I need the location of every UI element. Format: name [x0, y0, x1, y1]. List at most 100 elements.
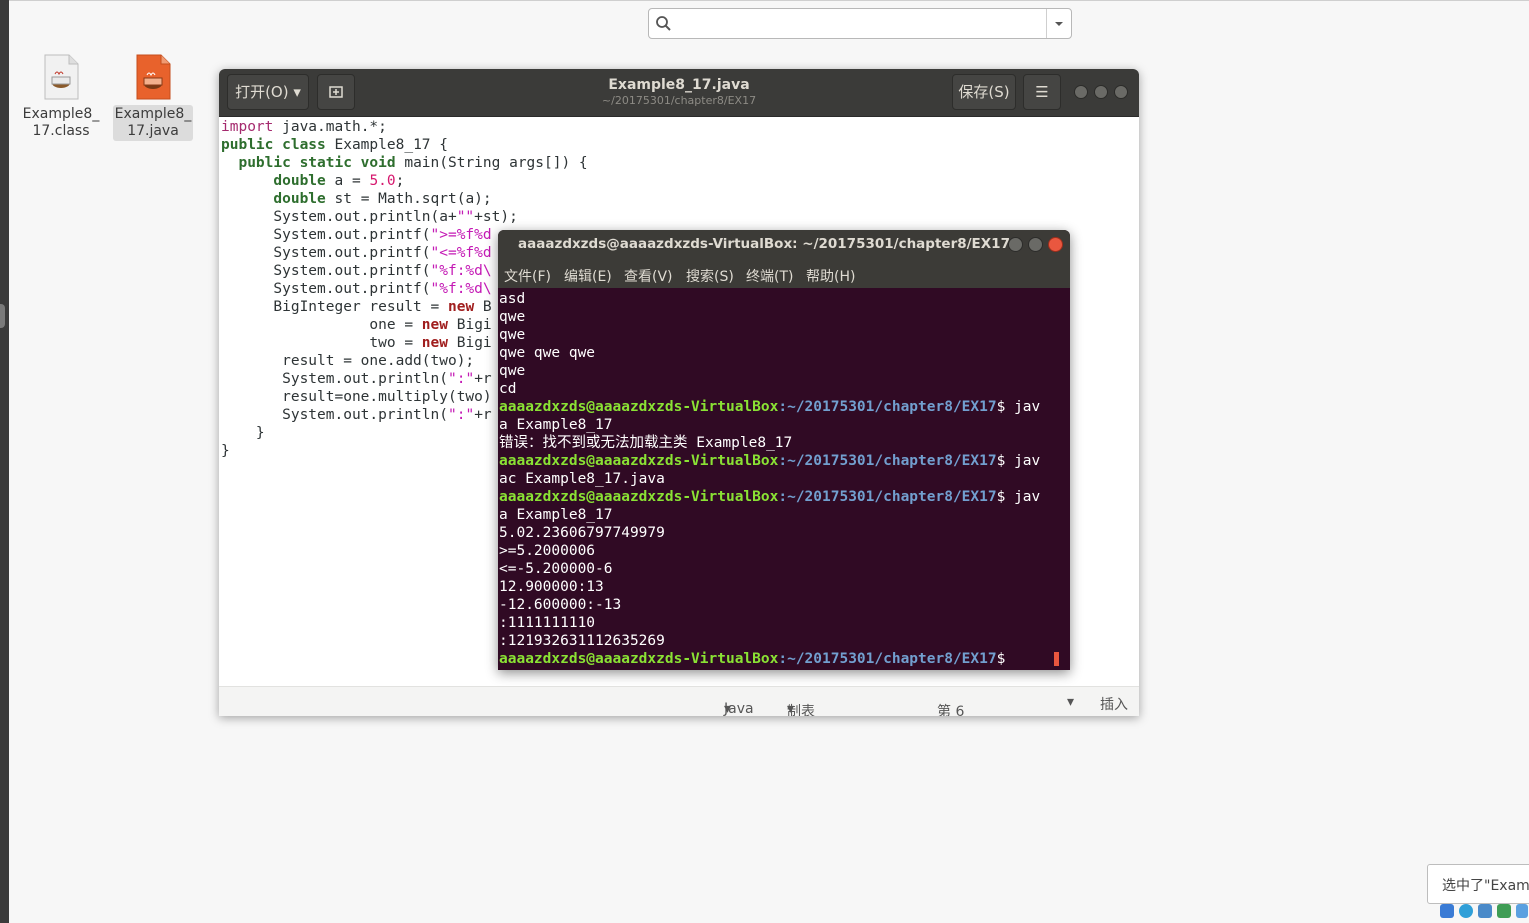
search-icon: [656, 16, 671, 31]
desktop-icon-class-file[interactable]: Example8_ 17.class: [16, 53, 106, 141]
network-icon[interactable]: [1440, 904, 1454, 918]
command-text: jav: [1014, 453, 1041, 469]
usb-icon[interactable]: [1497, 904, 1511, 918]
code-line: System.out.printf("%f:%d\: [221, 263, 492, 279]
code-line: one = new Bigi: [221, 317, 492, 333]
prompt-symbol: $: [996, 651, 1015, 667]
open-button[interactable]: 打开(O) ▾: [227, 74, 309, 110]
output-line: qwe: [499, 327, 526, 343]
terminal-output[interactable]: asd qwe qwe qwe qwe qwe qwe cd aaaazdxzd…: [499, 290, 1067, 668]
prompt-symbol: $: [996, 489, 1015, 505]
chevron-down-icon: ▾: [787, 701, 795, 716]
code-line: System.out.println(":"+r: [221, 371, 492, 387]
close-icon[interactable]: [1114, 85, 1128, 99]
chevron-down-icon: ▾: [293, 83, 301, 101]
search-input[interactable]: [677, 13, 1041, 36]
code-line: System.out.println(a+""+st);: [221, 209, 518, 225]
minimize-icon[interactable]: [1008, 237, 1023, 252]
new-document-button[interactable]: [317, 74, 355, 110]
minimize-icon[interactable]: [1074, 85, 1088, 99]
top-border: [9, 0, 1529, 1]
new-tab-icon: [329, 86, 343, 98]
prompt-symbol: $: [996, 399, 1015, 415]
java-class-file-icon: [41, 53, 81, 101]
desktop-icon-java-file[interactable]: Example8_ 17.java: [108, 53, 198, 141]
menu-help[interactable]: 帮助(H): [806, 266, 855, 286]
output-line: <=-5.200000-6: [499, 561, 613, 577]
output-line: :121932631112635269: [499, 633, 665, 649]
menu-button[interactable]: ☰: [1023, 74, 1061, 110]
prompt-path: :~/20175301/chapter8/EX17: [778, 453, 997, 469]
desktop-icon-label: Example8_ 17.class: [22, 106, 100, 139]
system-tray: [1440, 903, 1529, 921]
terminal-title: aaaazdxzds@aaaazdxzds-VirtualBox: ~/2017…: [518, 236, 1010, 252]
output-line: qwe qwe qwe: [499, 345, 596, 361]
cursor-position-label: 第 6 行，第 29 列: [937, 704, 965, 716]
command-text: a Example8_17: [499, 417, 613, 433]
desktop-icon-label: Example8_ 17.java: [112, 105, 194, 141]
menu-search[interactable]: 搜索(S): [686, 266, 734, 286]
notification-text: 选中了"Exam: [1442, 878, 1529, 894]
output-line: 5.02.23606797749979: [499, 525, 665, 541]
close-icon[interactable]: [1048, 237, 1063, 252]
output-line: cd: [499, 381, 517, 397]
left-launcher-edge: [0, 0, 9, 923]
output-line: -12.600000:-13: [499, 597, 622, 613]
maximize-icon[interactable]: [1028, 237, 1043, 252]
chevron-down-icon[interactable]: [1047, 9, 1071, 38]
output-line: 12.900000:13: [499, 579, 604, 595]
save-button[interactable]: 保存(S): [952, 74, 1016, 110]
terminal-cursor: [1054, 652, 1060, 666]
editor-title: Example8_17.java: [608, 77, 750, 93]
code-line: BigInteger result = new B: [221, 299, 492, 315]
terminal-window: aaaazdxzds@aaaazdxzds-VirtualBox: ~/2017…: [498, 230, 1070, 670]
code-line: System.out.printf("<=%f%d: [221, 245, 492, 261]
code-line: two = new Bigi: [221, 335, 492, 351]
prompt-path: :~/20175301/chapter8/EX17: [778, 651, 997, 667]
hamburger-icon: ☰: [1035, 83, 1049, 101]
terminal-title-bar: aaaazdxzds@aaaazdxzds-VirtualBox: ~/2017…: [498, 230, 1070, 260]
command-text: ac Example8_17.java: [499, 471, 665, 487]
terminal-menu-bar: 文件(F) 编辑(E) 查看(V) 搜索(S) 终端(T) 帮助(H): [498, 260, 1070, 288]
editor-header-bar: 打开(O) ▾ Example8_17.java ~/20175301/chap…: [219, 69, 1139, 117]
editor-path: ~/20175301/chapter8/EX17: [601, 94, 757, 107]
menu-edit[interactable]: 编辑(E): [564, 266, 612, 286]
save-button-label: 保存(S): [958, 83, 1010, 101]
display-icon[interactable]: [1478, 904, 1492, 918]
command-text: a Example8_17: [499, 507, 613, 523]
code-line: double st = Math.sqrt(a);: [273, 191, 492, 207]
prompt-user: aaaazdxzds@aaaazdxzds-VirtualBox: [499, 453, 779, 469]
output-line: asd: [499, 291, 526, 307]
prompt-user: aaaazdxzds@aaaazdxzds-VirtualBox: [499, 399, 779, 415]
maximize-icon[interactable]: [1094, 85, 1108, 99]
code-line: System.out.println(":"+r: [221, 407, 492, 423]
code-line: result=one.multiply(two): [221, 389, 492, 405]
file-search-bar[interactable]: [648, 8, 1072, 39]
java-source-file-icon: [133, 53, 173, 101]
output-line: :1111111110: [499, 615, 596, 631]
pen-icon[interactable]: [1516, 904, 1528, 918]
menu-file[interactable]: 文件(F): [504, 266, 551, 286]
editor-status-bar: Java ▾ 制表符宽度：8 ▾ 第 6 行，第 29 列 ▾ 插入: [219, 686, 1139, 716]
launcher-handle[interactable]: [0, 304, 5, 328]
open-button-label: 打开(O): [235, 83, 289, 101]
code-line: double a = 5.0;: [273, 173, 405, 189]
output-line: >=5.2000006: [499, 543, 596, 559]
selection-notification: 选中了"Exam: [1427, 864, 1529, 904]
chevron-down-icon[interactable]: ▾: [1067, 694, 1074, 710]
code-line: public class Example8_17 {: [221, 137, 448, 153]
output-line: qwe: [499, 309, 526, 325]
chevron-down-icon: ▾: [724, 701, 732, 716]
code-line: public static void main(String args[]) {: [238, 155, 588, 171]
prompt-user: aaaazdxzds@aaaazdxzds-VirtualBox: [499, 651, 779, 667]
menu-view[interactable]: 查看(V): [624, 266, 673, 286]
insert-mode: 插入: [1100, 697, 1128, 713]
command-text: jav: [1014, 489, 1041, 505]
code-line: result = one.add(two);: [221, 353, 475, 369]
disc-icon[interactable]: [1459, 904, 1473, 918]
code-line: System.out.printf(">=%f%d: [221, 227, 492, 243]
code-line: import java.math.*;: [221, 119, 387, 135]
menu-terminal[interactable]: 终端(T): [746, 266, 793, 286]
prompt-path: :~/20175301/chapter8/EX17: [778, 399, 997, 415]
output-line: qwe: [499, 363, 526, 379]
